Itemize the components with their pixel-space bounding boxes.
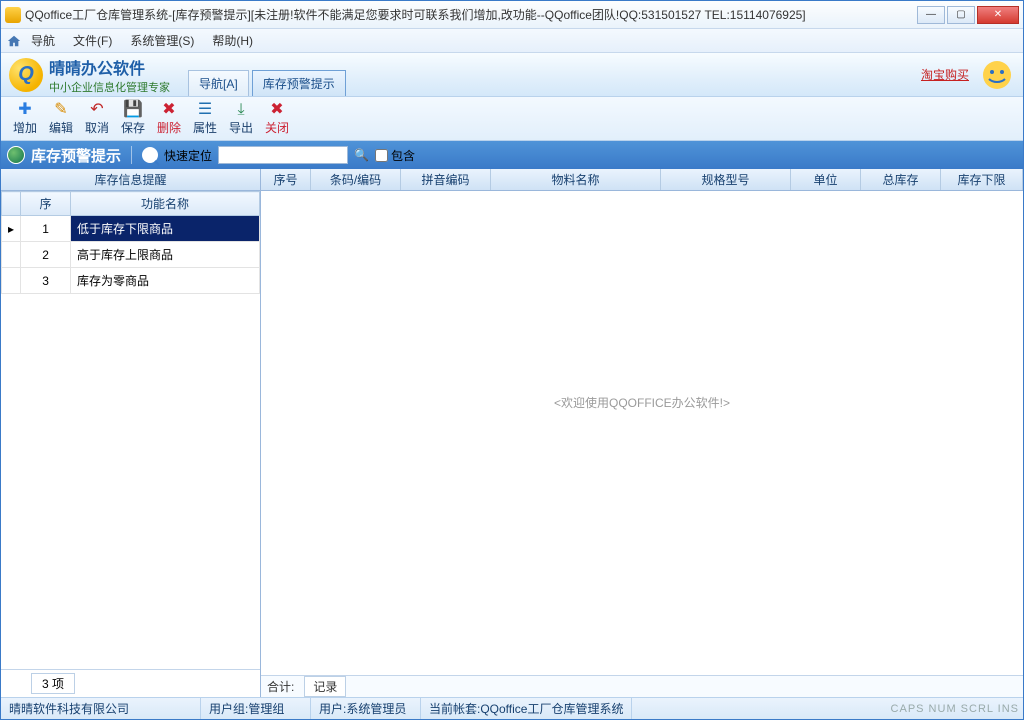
grid-body[interactable]: <欢迎使用QQOFFICE办公软件!>	[261, 191, 1023, 675]
logo-icon: Q	[9, 58, 43, 92]
home-icon	[7, 34, 21, 48]
col-unit[interactable]: 单位	[791, 169, 861, 190]
globe-icon	[7, 146, 25, 164]
reminder-header-row: 序 功能名称	[2, 192, 260, 216]
status-account: 当前帐套:QQoffice工厂仓库管理系统	[421, 698, 632, 719]
row-marker	[2, 242, 21, 268]
banner: Q 晴晴办公软件 中小企业信息化管理专家 导航[A] 库存预警提示 淘宝购买	[1, 53, 1023, 97]
export-icon: ⤓	[237, 102, 244, 118]
grid-footer: 合计: 记录	[261, 675, 1023, 697]
brand-subtitle: 中小企业信息化管理专家	[49, 79, 170, 95]
contain-check-input[interactable]	[375, 149, 388, 162]
pencil-icon: ✎	[54, 102, 67, 118]
left-pane: 库存信息提醒 序 功能名称 ▸ 1 低于库存下限商品 2 高于库存上限商品	[1, 169, 261, 697]
prop-button[interactable]: ☰属性	[187, 100, 223, 138]
table-row[interactable]: 2 高于库存上限商品	[2, 242, 260, 268]
row-seq: 2	[21, 242, 71, 268]
contain-checkbox[interactable]: 包含	[375, 147, 415, 164]
col-seq[interactable]: 序	[21, 192, 71, 216]
col-lower[interactable]: 库存下限	[941, 169, 1023, 190]
row-marker	[2, 268, 21, 294]
col-total[interactable]: 总库存	[861, 169, 941, 190]
marker-col	[2, 192, 21, 216]
corner-icon	[979, 57, 1015, 93]
search-icon	[142, 147, 158, 163]
quick-locate-input[interactable]	[218, 146, 348, 164]
sum-label: 合计:	[267, 678, 294, 695]
row-marker: ▸	[2, 216, 21, 242]
menu-file[interactable]: 文件(F)	[65, 30, 120, 51]
content: 库存信息提醒 序 功能名称 ▸ 1 低于库存下限商品 2 高于库存上限商品	[1, 169, 1023, 697]
plus-icon: ✚	[18, 102, 31, 118]
trash-icon: ✖	[162, 102, 175, 118]
menu-help[interactable]: 帮助(H)	[204, 30, 261, 51]
row-seq: 1	[21, 216, 71, 242]
app-icon	[5, 7, 21, 23]
row-name: 低于库存下限商品	[71, 216, 260, 242]
col-barcode[interactable]: 条码/编码	[311, 169, 401, 190]
reminder-table: 序 功能名称 ▸ 1 低于库存下限商品 2 高于库存上限商品 3 库存为零商品	[1, 191, 260, 294]
banner-tabs: 导航[A] 库存预警提示	[188, 70, 349, 96]
col-seq[interactable]: 序号	[261, 169, 311, 190]
keyboard-indicators: CAPS NUM SCRL INS	[887, 703, 1023, 715]
add-button[interactable]: ✚增加	[7, 100, 43, 138]
close-tool-button[interactable]: ✖关闭	[259, 100, 295, 138]
records-box: 记录	[304, 676, 346, 697]
right-pane: 序号 条码/编码 拼音编码 物料名称 规格型号 单位 总库存 库存下限 <欢迎使…	[261, 169, 1023, 697]
brand-title: 晴晴办公软件	[49, 55, 170, 79]
tab-alert[interactable]: 库存预警提示	[252, 70, 346, 96]
table-row[interactable]: 3 库存为零商品	[2, 268, 260, 294]
left-footer: 3 项	[1, 669, 260, 697]
close-button[interactable]: ✕	[977, 6, 1019, 24]
edit-button[interactable]: ✎编辑	[43, 100, 79, 138]
statusbar: 晴晴软件科技有限公司 用户组:管理组 用户:系统管理员 当前帐套:QQoffic…	[1, 697, 1023, 719]
disk-icon: 💾	[123, 102, 143, 118]
row-name: 库存为零商品	[71, 268, 260, 294]
grid-header: 序号 条码/编码 拼音编码 物料名称 规格型号 单位 总库存 库存下限	[261, 169, 1023, 191]
col-spec[interactable]: 规格型号	[661, 169, 791, 190]
x-icon: ✖	[270, 102, 283, 118]
menu-nav[interactable]: 导航	[23, 30, 63, 51]
separator	[131, 146, 132, 164]
minimize-button[interactable]: —	[917, 6, 945, 24]
tab-nav[interactable]: 导航[A]	[188, 70, 249, 96]
row-seq: 3	[21, 268, 71, 294]
undo-icon: ↶	[90, 102, 103, 118]
window-title: QQoffice工厂仓库管理系统-[库存预警提示][未注册!软件不能满足您要求时…	[25, 6, 917, 23]
menu-system[interactable]: 系统管理(S)	[122, 30, 202, 51]
delete-button[interactable]: ✖删除	[151, 100, 187, 138]
brand-block: 晴晴办公软件 中小企业信息化管理专家	[49, 55, 170, 95]
col-material[interactable]: 物料名称	[491, 169, 661, 190]
export-button[interactable]: ⤓导出	[223, 100, 259, 138]
status-group: 用户组:管理组	[201, 698, 311, 719]
status-user: 用户:系统管理员	[311, 698, 421, 719]
app-window: QQoffice工厂仓库管理系统-[库存预警提示][未注册!软件不能满足您要求时…	[0, 0, 1024, 720]
subbar: 库存预警提示 快速定位 🔍 包含	[1, 141, 1023, 169]
grid-placeholder: <欢迎使用QQOFFICE办公软件!>	[261, 394, 1023, 411]
status-company: 晴晴软件科技有限公司	[1, 698, 201, 719]
cancel-button[interactable]: ↶取消	[79, 100, 115, 138]
row-count: 3 项	[31, 673, 75, 694]
table-row[interactable]: ▸ 1 低于库存下限商品	[2, 216, 260, 242]
row-name: 高于库存上限商品	[71, 242, 260, 268]
col-pinyin[interactable]: 拼音编码	[401, 169, 491, 190]
left-header: 库存信息提醒	[1, 169, 260, 191]
list-icon: ☰	[198, 102, 212, 118]
subbar-title: 库存预警提示	[31, 145, 121, 166]
maximize-button[interactable]: ▢	[947, 6, 975, 24]
titlebar: QQoffice工厂仓库管理系统-[库存预警提示][未注册!软件不能满足您要求时…	[1, 1, 1023, 29]
col-name[interactable]: 功能名称	[71, 192, 260, 216]
save-button[interactable]: 💾保存	[115, 100, 151, 138]
quick-locate-label: 快速定位	[164, 147, 212, 164]
window-controls: — ▢ ✕	[917, 6, 1019, 24]
contain-label: 包含	[391, 147, 415, 164]
taobao-link[interactable]: 淘宝购买	[921, 66, 969, 83]
menubar: 导航 文件(F) 系统管理(S) 帮助(H)	[1, 29, 1023, 53]
toolbar: ✚增加 ✎编辑 ↶取消 💾保存 ✖删除 ☰属性 ⤓导出 ✖关闭	[1, 97, 1023, 141]
search-go-icon[interactable]: 🔍	[354, 148, 369, 162]
